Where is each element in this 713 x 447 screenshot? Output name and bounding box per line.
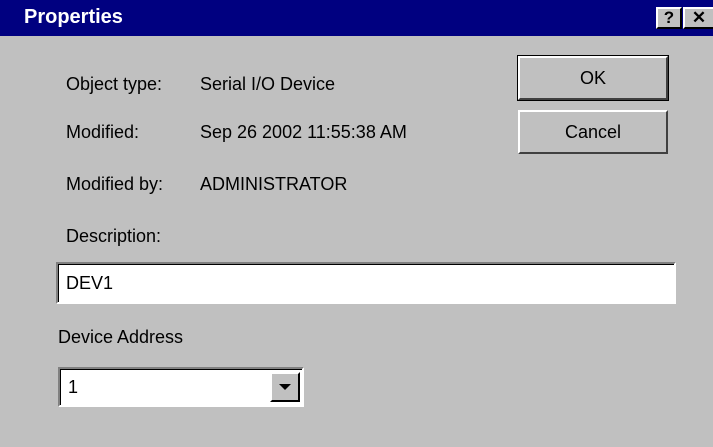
help-button[interactable]: ? — [656, 7, 682, 29]
modified-value: Sep 26 2002 11:55:38 AM — [200, 122, 407, 142]
window-title: Properties — [24, 6, 123, 28]
device-address-label: Device Address — [58, 327, 184, 347]
dropdown-arrow-button[interactable] — [270, 372, 300, 402]
modified-by-value: ADMINISTRATOR — [200, 174, 348, 194]
device-address-value: 1 — [68, 377, 79, 397]
description-input[interactable]: DEV1 — [56, 262, 676, 304]
ok-button[interactable]: OK — [517, 55, 669, 101]
cancel-button[interactable]: Cancel — [518, 110, 668, 154]
device-address-select[interactable]: 1 — [58, 367, 304, 407]
object-type-value: Serial I/O Device — [200, 74, 336, 94]
modified-label: Modified: — [66, 122, 140, 142]
title-bar[interactable]: Properties ? ✕ — [0, 0, 713, 36]
description-label: Description: — [66, 226, 162, 246]
close-button[interactable]: ✕ — [683, 7, 713, 29]
chevron-down-icon — [279, 384, 291, 390]
properties-dialog: Properties ? ✕ Object type: Serial I/O D… — [0, 0, 713, 447]
modified-by-label: Modified by: — [66, 174, 164, 194]
object-type-label: Object type: — [66, 74, 163, 94]
